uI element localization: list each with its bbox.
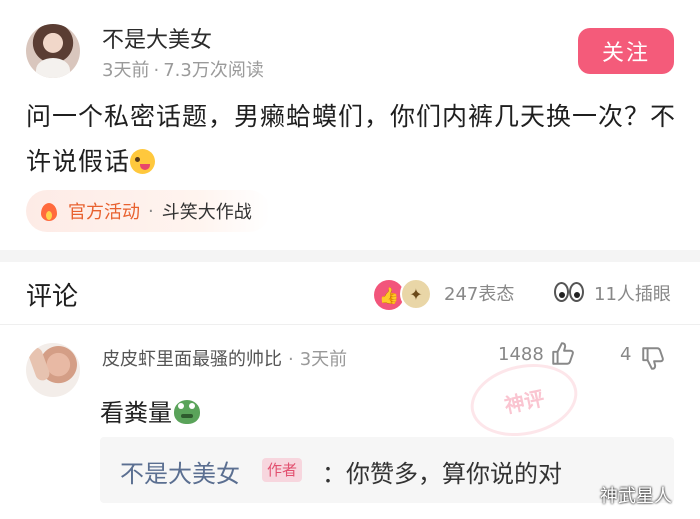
reaction-count[interactable]: 247表态 <box>444 280 514 306</box>
section-divider <box>0 250 700 262</box>
comment-text-content: 看粪量 <box>100 399 172 427</box>
post-views: 7.3万次阅读 <box>163 60 264 81</box>
featured-comment-stamp: 神评 <box>463 354 585 446</box>
comment-item: 皮皮虾里面最骚的帅比 · 3天前 1488 4 神评 看粪量 不是大美女 作者 ：你… <box>0 325 700 519</box>
activity-name: 斗笑大作战 <box>161 202 252 223</box>
comment-time: 3天前 <box>299 349 348 370</box>
commenter-avatar[interactable] <box>26 343 80 397</box>
comment-text: 看粪量 <box>100 393 200 428</box>
comment-meta: 皮皮虾里面最骚的帅比 · 3天前 <box>102 349 348 370</box>
post-title: 问一个私密话题，男癞蛤蟆们，你们内裤几天换一次？不许说假话 <box>26 94 676 184</box>
eyes-icon <box>554 280 586 306</box>
post-time: 3天前 <box>102 60 150 81</box>
comments-title: 评论 <box>26 282 79 312</box>
reply-author[interactable]: 不是大美女 <box>120 454 240 489</box>
stamp-text: 神评 <box>502 385 547 418</box>
activity-tag[interactable]: 官方活动 · 斗笑大作战 <box>26 190 270 232</box>
activity-label: 官方活动 <box>68 202 140 223</box>
reply-box[interactable]: 不是大美女 作者 ：你赞多，算你说的对 <box>100 437 674 503</box>
watermark: 神武星人 <box>600 486 672 507</box>
dislike-count: 4 <box>620 344 632 365</box>
flame-icon <box>40 200 58 222</box>
like-count: 1488 <box>498 344 544 365</box>
author-badge: 作者 <box>262 458 303 482</box>
hat-reaction-icon: ✦ <box>400 278 432 310</box>
thumbs-down-icon[interactable] <box>640 345 666 371</box>
onlooker-count[interactable]: 11人插眼 <box>594 280 671 306</box>
follow-button[interactable]: 关注 <box>578 28 674 74</box>
post-meta: 3天前 · 7.3万次阅读 <box>102 60 264 81</box>
reaction-icons[interactable]: 👍 ✦ <box>374 278 434 310</box>
frog-emoji <box>174 400 200 424</box>
thumbs-up-icon[interactable] <box>550 341 576 367</box>
post-author[interactable]: 不是大美女 <box>102 22 212 54</box>
post-card: 不是大美女 3天前 · 7.3万次阅读 关注 问一个私密话题，男癞蛤蟆们，你们内裤几… <box>0 0 700 250</box>
author-avatar[interactable] <box>26 24 80 78</box>
comments-header: 评论 👍 ✦ 247表态 11人插眼 <box>0 262 700 324</box>
reply-text: ：你赞多，算你说的对 <box>322 460 562 488</box>
commenter-name[interactable]: 皮皮虾里面最骚的帅比 <box>102 349 282 370</box>
post-title-text: 问一个私密话题，男癞蛤蟆们，你们内裤几天换一次？不许说假话 <box>26 102 677 176</box>
laughing-emoji <box>130 149 156 174</box>
